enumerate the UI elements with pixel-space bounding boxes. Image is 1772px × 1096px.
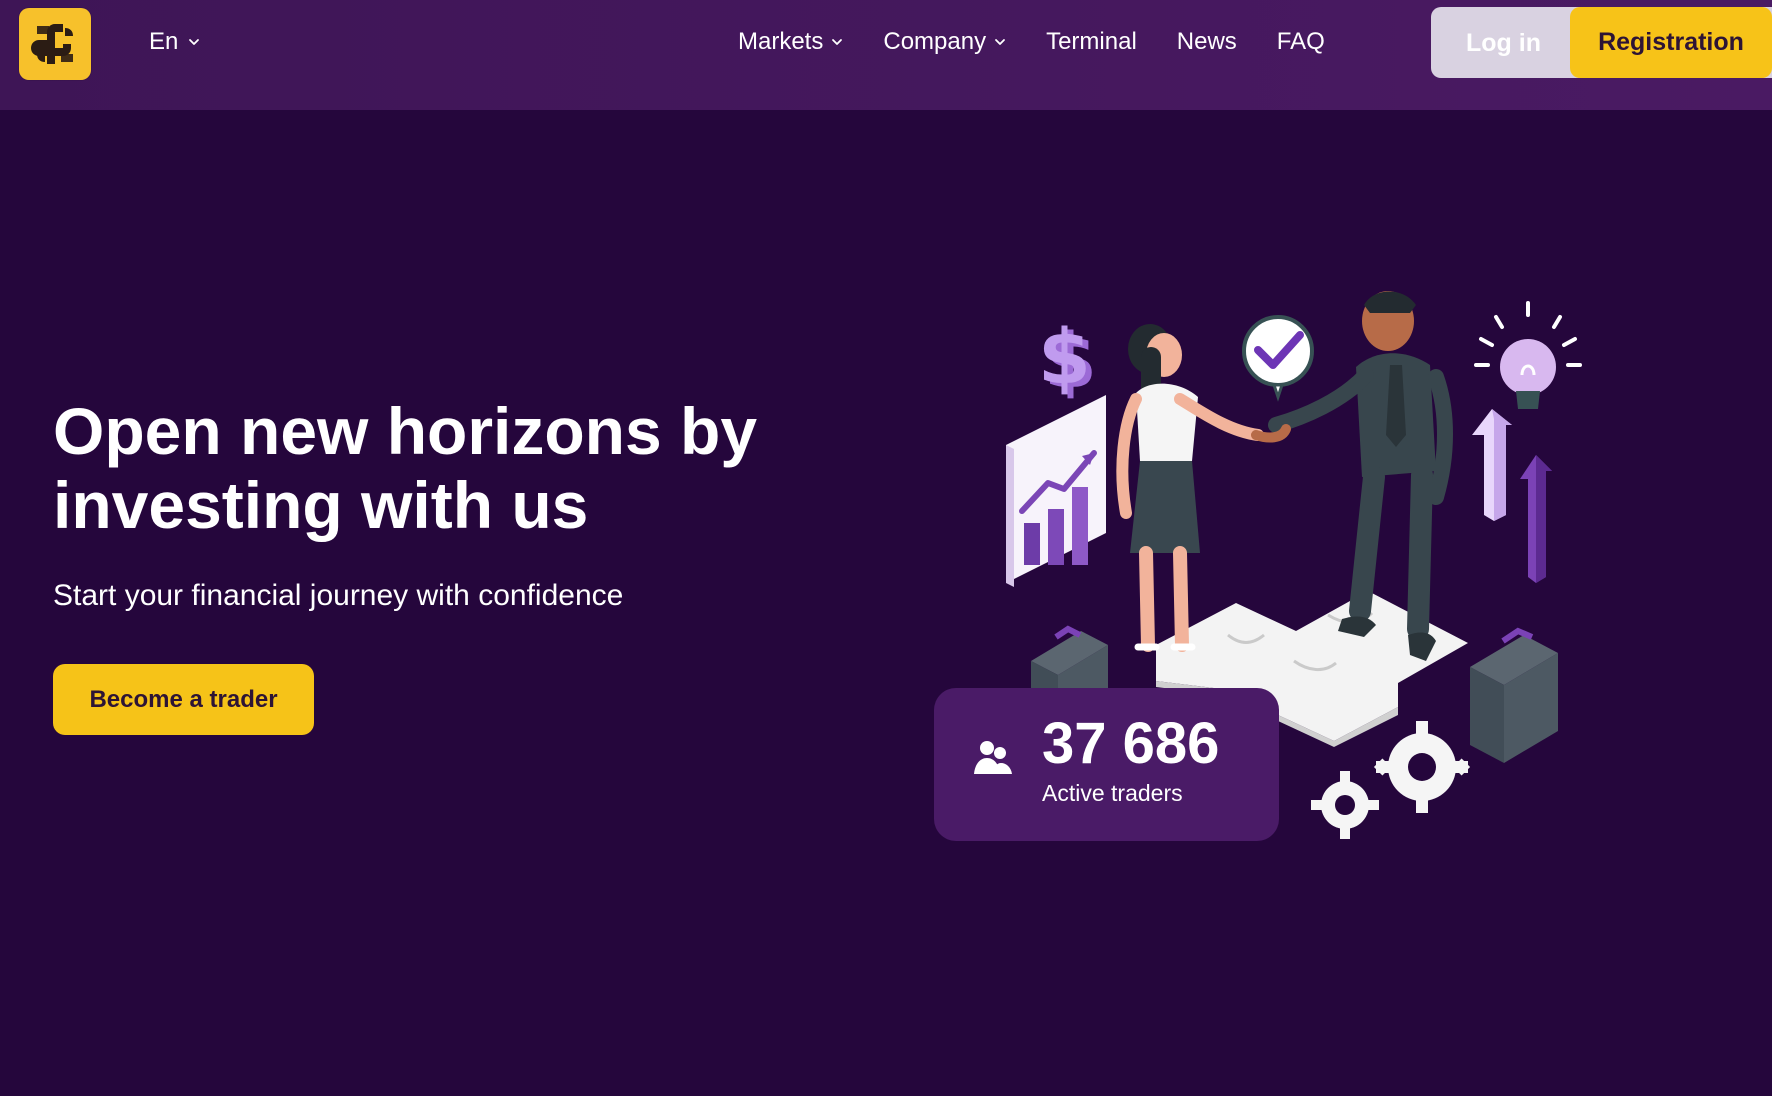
nav-markets-label: Markets <box>738 28 824 55</box>
users-icon <box>974 741 1012 774</box>
lightbulb-icon <box>1474 301 1582 409</box>
hero-title: Open new horizons by investing with us <box>53 394 793 542</box>
nav-company-label: Company <box>883 28 987 55</box>
chart-board-icon <box>1006 395 1106 587</box>
chevron-down-icon <box>832 39 843 45</box>
site-header: En Markets Company Terminal News FAQ Log <box>0 0 1772 110</box>
nav-item-faq[interactable]: FAQ <box>1277 28 1325 56</box>
chevron-down-icon <box>189 39 200 45</box>
check-bubble-icon <box>1242 315 1314 402</box>
active-traders-value: 37 686 <box>1042 711 1220 776</box>
hero-title-line-1: Open new horizons by <box>53 394 758 468</box>
hero-title-line-2: investing with us <box>53 468 589 542</box>
chevron-down-icon <box>995 39 1005 45</box>
growth-arrows-icon <box>1472 409 1552 583</box>
active-traders-label: Active traders <box>1042 780 1183 806</box>
woman-figure <box>1116 324 1264 652</box>
brand-logo-icon[interactable] <box>19 8 91 80</box>
main-nav: Markets Company Terminal News FAQ <box>738 28 1365 56</box>
dollar-icon: $ $ <box>1038 312 1097 405</box>
logo-mark <box>31 24 73 64</box>
nav-item-markets[interactable]: Markets <box>738 28 843 56</box>
nav-news-label: News <box>1176 28 1237 55</box>
nav-terminal-label: Terminal <box>1046 28 1137 55</box>
right-briefcase-icon <box>1470 627 1558 763</box>
become-trader-button[interactable]: Become a trader <box>53 664 314 735</box>
hero-subtitle: Start your financial journey with confid… <box>53 579 624 612</box>
svg-text:$: $ <box>1038 312 1091 401</box>
nav-item-news[interactable]: News <box>1177 28 1237 56</box>
nav-faq-label: FAQ <box>1276 28 1325 55</box>
nav-item-company[interactable]: Company <box>883 28 1006 56</box>
language-label: En <box>149 28 179 55</box>
registration-button[interactable]: Registration <box>1570 7 1772 78</box>
login-button[interactable]: Log in <box>1466 29 1541 58</box>
nav-item-terminal[interactable]: Terminal <box>1046 28 1137 56</box>
language-selector[interactable]: En <box>149 28 200 56</box>
